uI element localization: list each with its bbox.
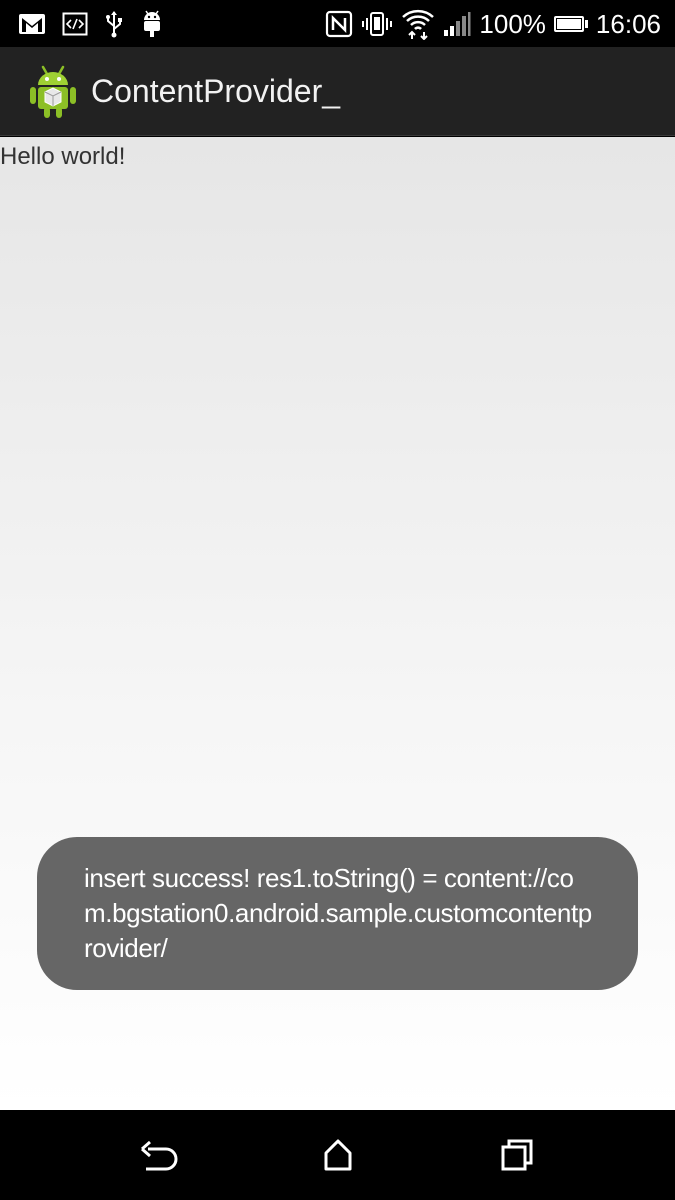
phone-screen: 100% 16:06 ContentProvider_ Hello world!… [0,0,675,1200]
signal-icon [444,12,471,36]
toast-message: insert success! res1.toString() = conten… [37,837,638,990]
hello-text: Hello world! [0,143,126,170]
battery-icon [553,16,588,32]
gmail-icon [19,14,45,34]
back-icon[interactable] [138,1137,178,1173]
code-icon [62,12,88,36]
wifi-icon [402,9,435,40]
app-title: ContentProvider_ [91,73,341,109]
action-bar: ContentProvider_ [0,47,675,136]
nfc-icon [326,10,353,38]
android-debug-icon [144,10,160,37]
battery-percent: 100% [479,9,546,39]
home-icon[interactable] [318,1137,358,1173]
recent-apps-icon[interactable] [497,1137,537,1173]
usb-icon [106,11,122,38]
clock: 16:06 [595,9,661,39]
system-icons: 100% 16:06 [317,6,661,42]
vibrate-icon [362,12,393,36]
notification-icons [18,9,180,39]
android-app-icon [30,65,76,118]
status-bar: 100% 16:06 [0,0,675,47]
navigation-bar [0,1110,675,1200]
